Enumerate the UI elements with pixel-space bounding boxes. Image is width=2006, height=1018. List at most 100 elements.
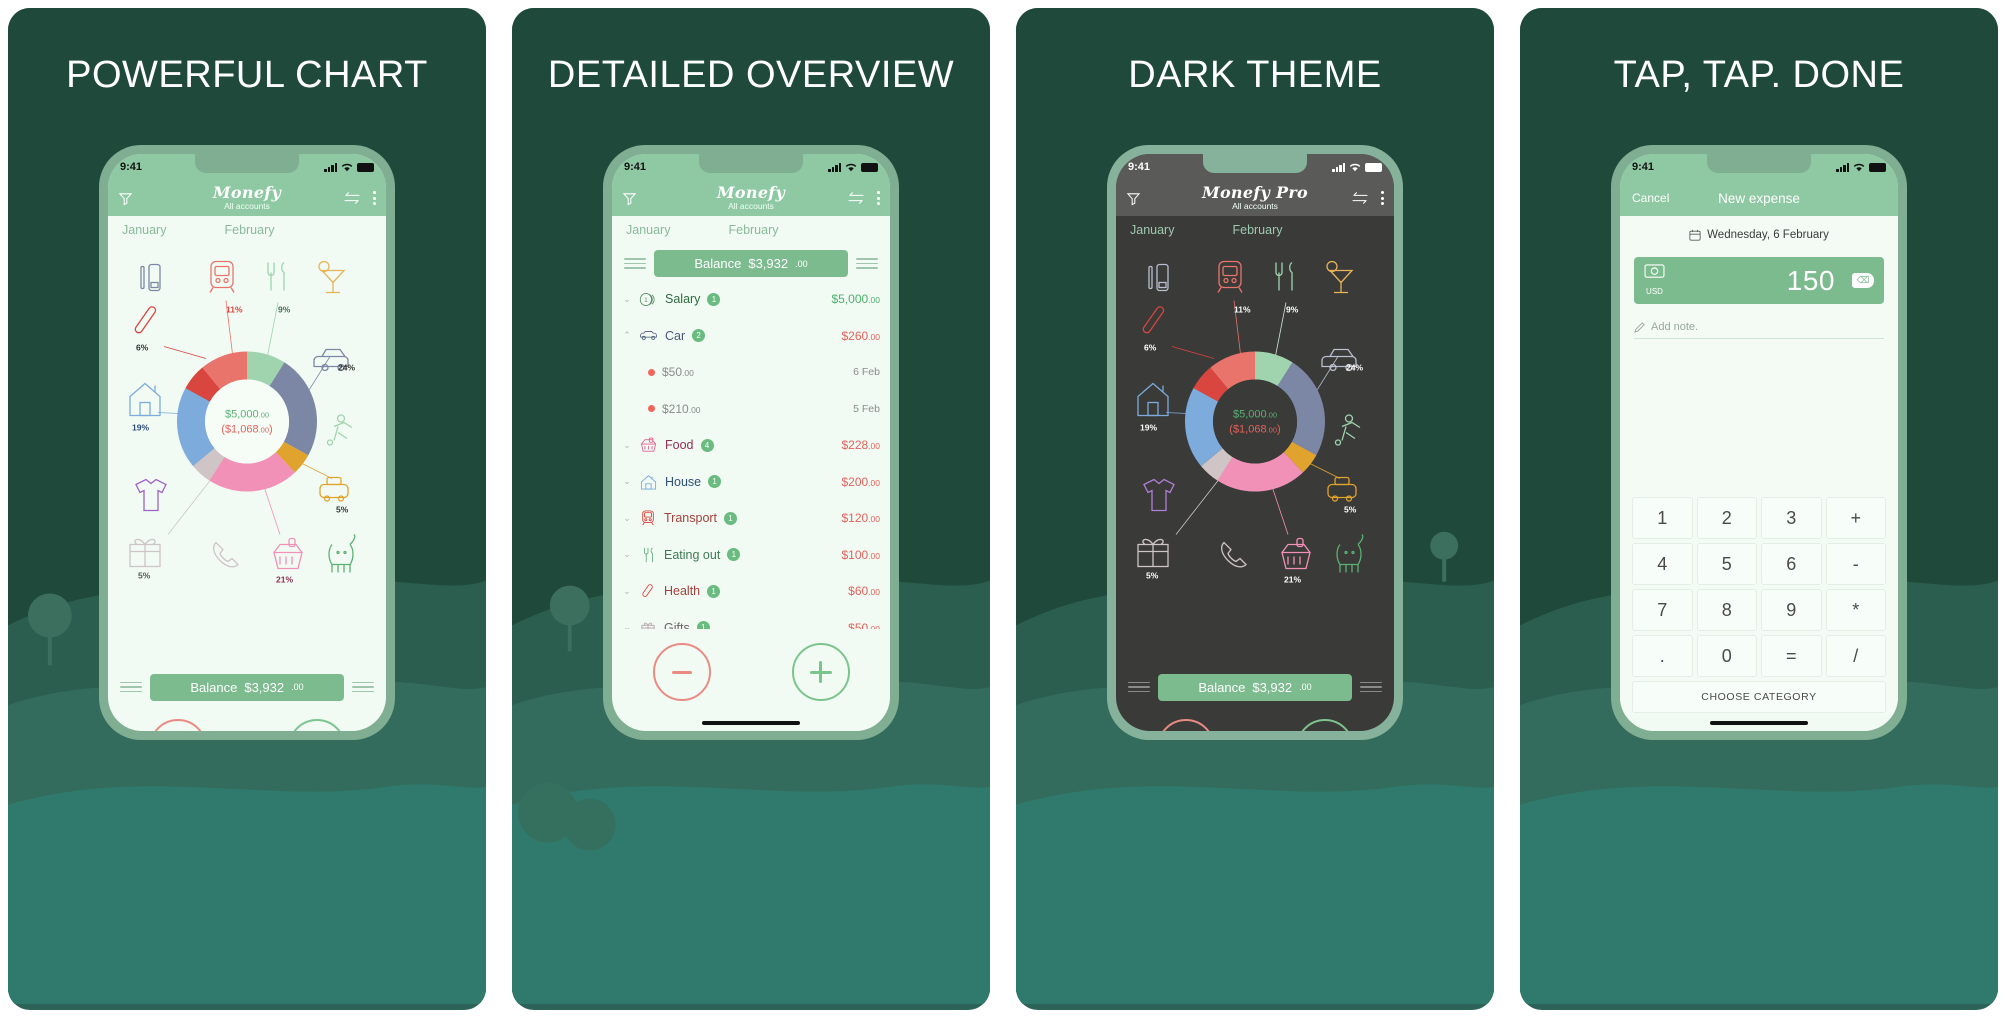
currency-selector[interactable]: USD	[1644, 264, 1665, 297]
key-8[interactable]: 8	[1696, 589, 1757, 631]
list-left-icon[interactable]	[624, 258, 646, 269]
chevron-down-icon[interactable]: ⌄	[622, 440, 632, 451]
add-expense-button[interactable]	[1156, 719, 1215, 731]
list-item[interactable]: ⌃ Car 2 $260.00	[622, 318, 880, 355]
date-label: Wednesday, 6 February	[1707, 229, 1829, 241]
more-vertical-icon[interactable]	[877, 191, 880, 205]
key-7[interactable]: 7	[1632, 589, 1693, 631]
more-vertical-icon[interactable]	[1381, 191, 1384, 205]
status-bar: 9:41	[612, 154, 890, 180]
key-plus[interactable]: +	[1825, 497, 1886, 539]
basket-icon	[273, 537, 303, 570]
tab-current-month[interactable]: February	[224, 223, 274, 237]
filter-icon[interactable]	[1126, 191, 1141, 206]
backspace-icon[interactable]: ⌫	[1852, 273, 1874, 288]
list-right-icon[interactable]	[856, 258, 878, 269]
key-decimal[interactable]: .	[1632, 635, 1693, 677]
panel-tap-tap-done: TAP, TAP. DONE 9:41 Cancel New expense W…	[1520, 8, 1998, 1010]
signal-bars-icon	[324, 162, 337, 172]
transfer-icon[interactable]	[343, 191, 361, 205]
chevron-down-icon[interactable]: ⌄	[622, 549, 632, 560]
add-income-button[interactable]	[791, 643, 850, 701]
list-item[interactable]: ⌄ Transport 1 $120.00	[622, 500, 880, 537]
transaction-row[interactable]: $50.00 6 Feb	[622, 354, 880, 391]
list-item[interactable]: ⌄ Health 1 $60.00	[622, 573, 880, 610]
list-item[interactable]: ⌄ Eating out 1 $100.00	[622, 537, 880, 574]
tab-previous-month[interactable]: January	[1130, 223, 1174, 237]
chevron-down-icon[interactable]: ⌄	[622, 513, 632, 524]
tab-current-month[interactable]: February	[728, 223, 778, 237]
donut-chart[interactable]: $5,000.00 ($1,068.00) 11% 9% 6% 24% 19% …	[108, 244, 386, 669]
chevron-down-icon[interactable]: ⌄	[622, 476, 632, 487]
date-selector[interactable]: Wednesday, 6 February	[1620, 216, 1898, 251]
chevron-down-icon[interactable]: ⌄	[622, 622, 632, 629]
cutlery-icon	[644, 547, 653, 562]
donut-chart[interactable]: $5,000.00 ($1,068.00) 11% 9% 6% 24% 19% …	[1116, 244, 1394, 669]
key-6[interactable]: 6	[1761, 543, 1822, 585]
center-income: $5,000.00	[225, 409, 269, 421]
list-item[interactable]: ⌄ Gifts 1 $50.00	[622, 610, 880, 629]
status-time: 9:41	[624, 161, 647, 173]
chevron-down-icon[interactable]: ⌄	[622, 294, 632, 305]
key-3[interactable]: 3	[1761, 497, 1822, 539]
key-divide[interactable]: /	[1825, 635, 1886, 677]
list-left-icon[interactable]	[1128, 681, 1150, 693]
chevron-up-icon[interactable]: ⌃	[622, 330, 632, 341]
transaction-row[interactable]: $210.00 5 Feb	[622, 391, 880, 428]
balance-button[interactable]: Balance $3,932 .00	[1158, 673, 1352, 701]
filter-icon[interactable]	[118, 191, 133, 206]
key-1[interactable]: 1	[1632, 497, 1693, 539]
list-right-icon[interactable]	[352, 681, 374, 693]
list-item-label: Transport	[664, 511, 718, 526]
category-list[interactable]: ⌄ 1 Salary 1 $5,000.00 ⌃ Car 2 $260.00 $…	[612, 279, 890, 629]
transfer-icon[interactable]	[847, 191, 865, 205]
key-multiply[interactable]: *	[1825, 589, 1886, 631]
tab-previous-month[interactable]: January	[122, 223, 166, 237]
choose-category-button[interactable]: CHOOSE CATEGORY	[1632, 681, 1886, 713]
basket-icon	[1281, 537, 1311, 570]
app-bar-actions	[847, 191, 880, 205]
key-4[interactable]: 4	[1632, 543, 1693, 585]
currency-label: USD	[1646, 287, 1663, 296]
more-vertical-icon[interactable]	[373, 191, 376, 205]
balance-button[interactable]: Balance $3,932 .00	[150, 673, 344, 701]
add-expense-button[interactable]	[652, 643, 711, 701]
panel-powerful-chart: POWERFUL CHART 9:41 Monefy All accounts …	[8, 8, 486, 1010]
taxi-icon	[1327, 476, 1357, 502]
phone-screen: 9:41 Monefy Pro All accounts January Feb…	[1116, 154, 1394, 731]
panel-title: DARK THEME	[1128, 54, 1382, 96]
list-item[interactable]: ⌄ Food 4 $228.00	[622, 427, 880, 464]
list-item-label: Car	[665, 328, 686, 343]
add-income-button[interactable]	[1295, 719, 1354, 731]
tab-previous-month[interactable]: January	[626, 223, 670, 237]
transfer-icon[interactable]	[1351, 191, 1369, 205]
action-buttons	[612, 629, 890, 715]
balance-cents: .00	[291, 682, 304, 692]
amount-value: 150	[1786, 264, 1835, 296]
phone-screen: 9:41 Monefy All accounts January Februar…	[612, 154, 890, 731]
tab-current-month[interactable]: February	[1232, 223, 1282, 237]
list-right-icon[interactable]	[1360, 681, 1382, 693]
note-field[interactable]: Add note.	[1634, 321, 1884, 339]
amount-field[interactable]: USD 150 ⌫	[1634, 257, 1884, 304]
transaction-dot-icon	[648, 405, 655, 413]
key-2[interactable]: 2	[1696, 497, 1757, 539]
list-left-icon[interactable]	[120, 681, 142, 693]
key-9[interactable]: 9	[1761, 589, 1822, 631]
list-item[interactable]: ⌄ 1 Salary 1 $5,000.00	[622, 281, 880, 318]
chevron-down-icon[interactable]: ⌄	[622, 586, 632, 597]
filter-icon[interactable]	[622, 191, 637, 206]
add-income-button[interactable]	[287, 719, 346, 731]
numeric-keypad[interactable]: 1 2 3 + 4 5 6 - 7 8 9 * . 0 = / CHOOSE C…	[1620, 497, 1898, 715]
key-0[interactable]: 0	[1696, 635, 1757, 677]
key-minus[interactable]: -	[1825, 543, 1886, 585]
status-time: 9:41	[1128, 161, 1151, 173]
transaction-date: 5 Feb	[853, 402, 880, 415]
key-equals[interactable]: =	[1761, 635, 1822, 677]
balance-button[interactable]: Balance $3,932 .00	[654, 250, 848, 277]
key-5[interactable]: 5	[1696, 543, 1757, 585]
list-item-label: Health	[664, 584, 701, 599]
list-item[interactable]: ⌄ House 1 $200.00	[622, 464, 880, 501]
keypad-row: . 0 = /	[1632, 635, 1886, 677]
add-expense-button[interactable]	[148, 719, 207, 731]
